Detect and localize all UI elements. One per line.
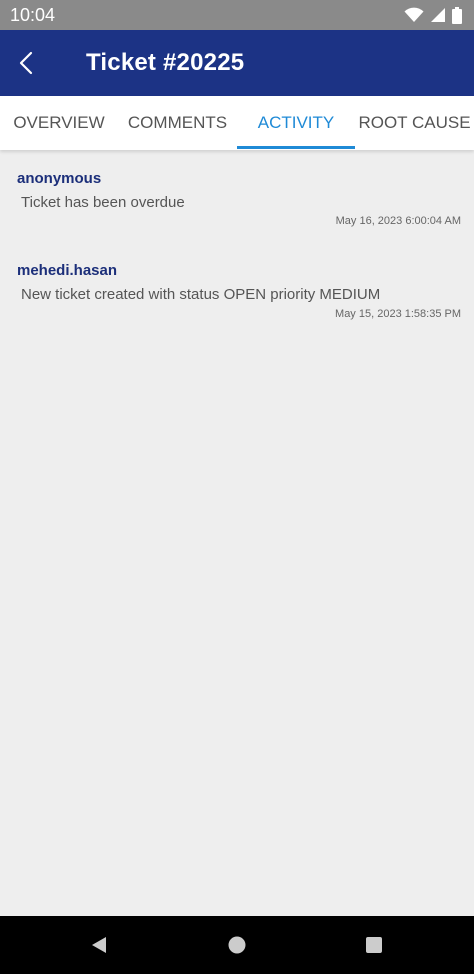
tab-overview[interactable]: OVERVIEW — [0, 96, 118, 150]
back-triangle-icon — [92, 937, 106, 953]
status-icons — [404, 6, 462, 24]
chevron-left-icon — [19, 51, 33, 75]
system-nav-bar — [0, 916, 474, 974]
nav-home-button[interactable] — [207, 916, 267, 974]
nav-back-button[interactable] — [69, 916, 129, 974]
battery-icon — [452, 6, 462, 24]
activity-user: anonymous — [17, 170, 102, 187]
activity-user: mehedi.hasan — [17, 262, 118, 279]
nav-recents-button[interactable] — [344, 916, 404, 974]
status-bar: 10:04 — [0, 0, 474, 30]
activity-timestamp: May 16, 2023 6:00:04 AM — [335, 215, 461, 227]
tab-bar: OVERVIEW COMMENTS ACTIVITY ROOT CAUSE — [0, 96, 474, 150]
tab-activity[interactable]: ACTIVITY — [237, 96, 355, 150]
home-circle-icon — [228, 936, 246, 954]
back-button[interactable] — [4, 41, 48, 85]
signal-icon — [431, 8, 445, 22]
status-time: 10:04 — [10, 4, 56, 25]
tab-comments[interactable]: COMMENTS — [118, 96, 237, 150]
active-tab-indicator — [237, 146, 355, 149]
activity-timestamp: May 15, 2023 1:58:35 PM — [335, 308, 461, 320]
tab-root-cause[interactable]: ROOT CAUSE — [355, 96, 474, 150]
activity-message: New ticket created with status OPEN prio… — [21, 286, 381, 303]
app-bar: Ticket #20225 — [0, 30, 474, 96]
recents-square-icon — [366, 937, 382, 953]
page-title: Ticket #20225 — [86, 49, 245, 76]
wifi-icon — [404, 7, 424, 22]
activity-message: Ticket has been overdue — [21, 194, 185, 211]
